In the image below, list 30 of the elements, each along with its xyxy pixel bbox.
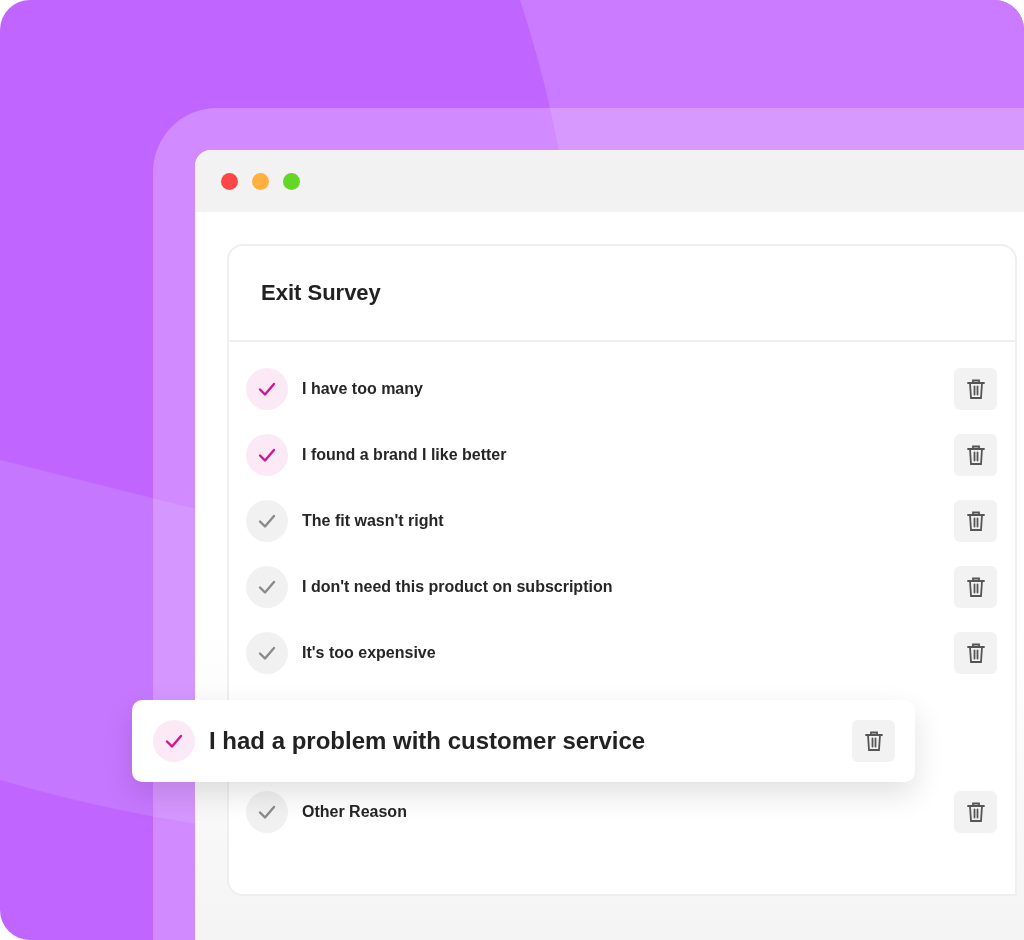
delete-button[interactable] xyxy=(954,434,997,476)
delete-button[interactable] xyxy=(954,500,997,542)
reason-label: It's too expensive xyxy=(302,644,436,662)
checkbox[interactable] xyxy=(246,500,288,542)
reason-label: I don't need this product on subscription xyxy=(302,578,613,596)
delete-button[interactable] xyxy=(954,566,997,608)
checkbox[interactable] xyxy=(246,566,288,608)
checkbox[interactable] xyxy=(246,434,288,476)
delete-button[interactable] xyxy=(954,791,997,833)
trash-icon xyxy=(965,444,986,466)
reason-label: I have too many xyxy=(302,380,423,398)
trash-icon xyxy=(965,801,986,823)
checkbox[interactable] xyxy=(246,368,288,410)
delete-button[interactable] xyxy=(954,368,997,410)
trash-icon xyxy=(965,378,986,400)
trash-icon xyxy=(965,576,986,598)
checkbox[interactable] xyxy=(246,791,288,833)
reason-label: Other Reason xyxy=(302,803,407,821)
checkbox[interactable] xyxy=(153,720,195,762)
checkbox[interactable] xyxy=(246,632,288,674)
reason-label: I found a brand I like better xyxy=(302,446,507,464)
delete-button[interactable] xyxy=(954,632,997,674)
delete-button[interactable] xyxy=(852,720,895,762)
trash-icon xyxy=(965,642,986,664)
trash-icon xyxy=(965,510,986,532)
trash-icon xyxy=(863,730,884,752)
survey-title: Exit Survey xyxy=(261,280,381,306)
window-control-button[interactable] xyxy=(221,172,238,190)
reason-label: The fit wasn't right xyxy=(302,512,444,530)
reason-label: I had a problem with customer service xyxy=(209,727,646,755)
